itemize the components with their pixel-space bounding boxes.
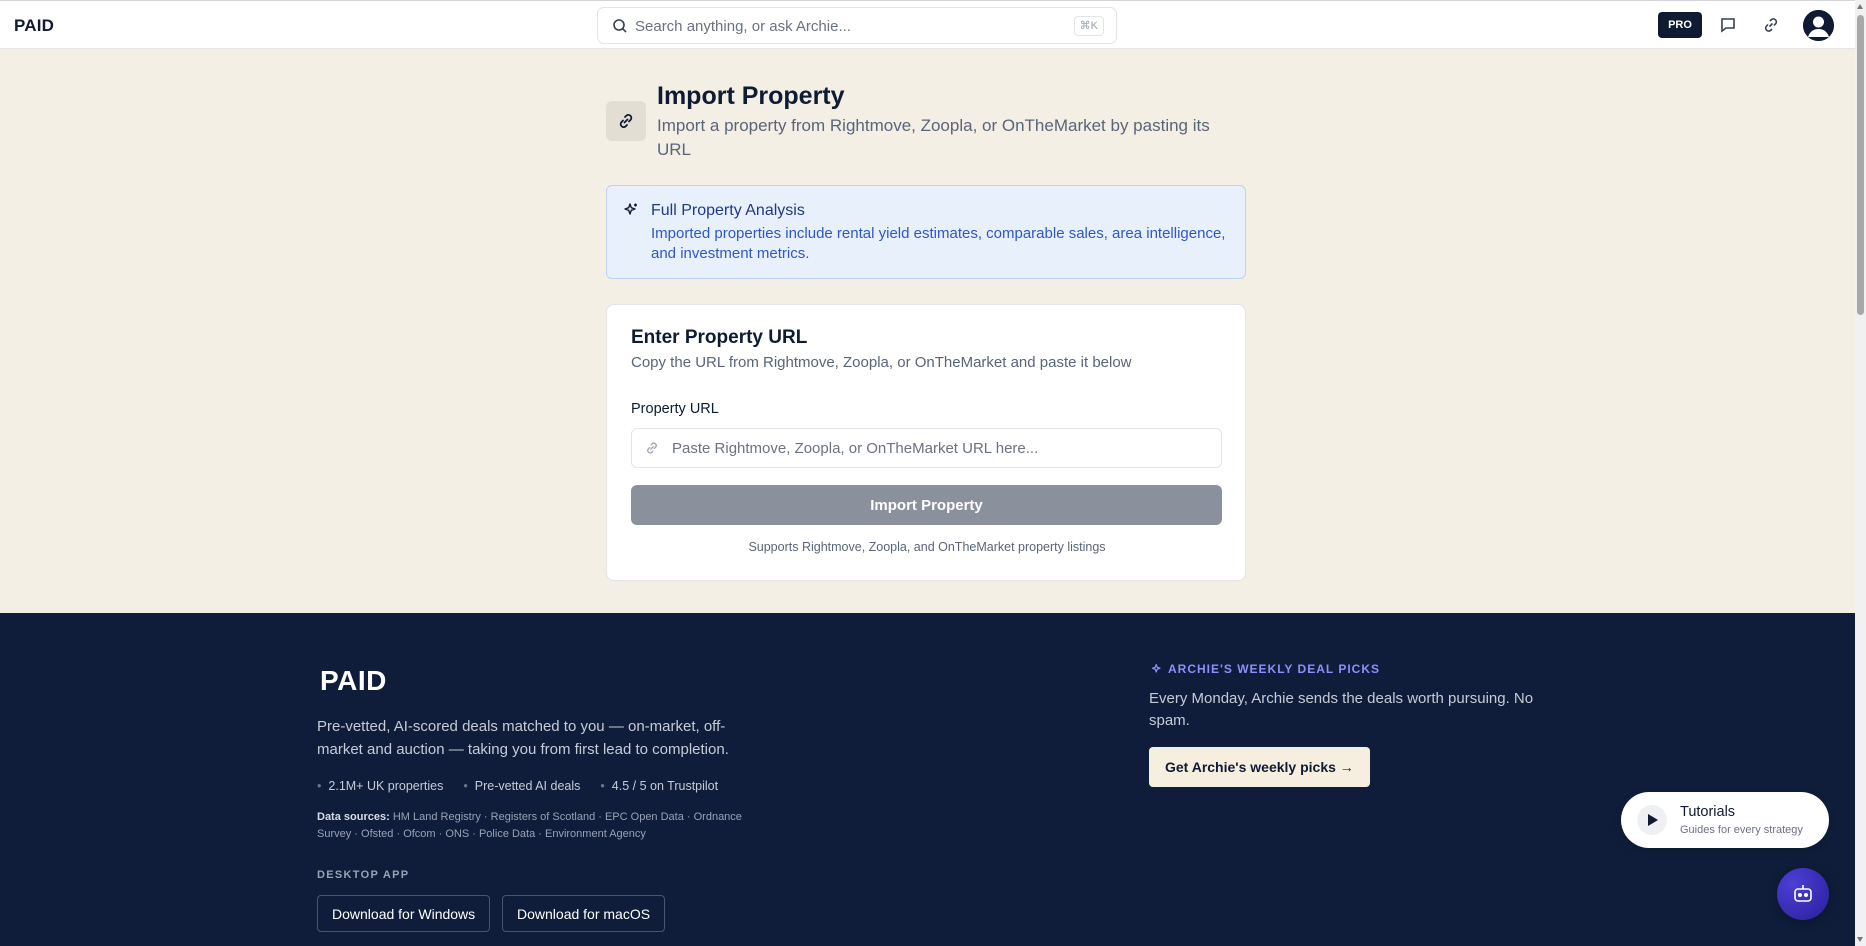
page-scrollbar[interactable] bbox=[1855, 0, 1866, 946]
search-placeholder: Search anything, or ask Archie... bbox=[635, 18, 851, 35]
property-url-form: Enter Property URL Copy the URL from Rig… bbox=[606, 304, 1246, 581]
form-title: Enter Property URL bbox=[631, 327, 808, 348]
global-search[interactable]: Search anything, or ask Archie... ⌘K bbox=[597, 7, 1117, 44]
stat-deals: Pre-vetted AI deals bbox=[463, 779, 581, 793]
app-logo[interactable]: PAID bbox=[14, 16, 54, 36]
download-windows-button[interactable]: Download for Windows bbox=[317, 895, 491, 932]
search-icon bbox=[613, 19, 627, 33]
chat-icon[interactable] bbox=[1718, 15, 1738, 35]
search-shortcut-hint: ⌘K bbox=[1073, 16, 1104, 36]
archie-assistant-button[interactable] bbox=[1777, 868, 1829, 920]
weekly-picks-button[interactable]: Get Archie's weekly picks → bbox=[1149, 747, 1370, 787]
weekly-picks-heading: ARCHIE'S WEEKLY DEAL PICKS bbox=[1151, 662, 1380, 676]
footer-tagline: Pre-vetted, AI-scored deals matched to y… bbox=[317, 718, 729, 758]
import-property-button[interactable]: Import Property bbox=[631, 485, 1222, 525]
bot-icon bbox=[1794, 885, 1812, 902]
footer-stats: 2.1M+ UK properties Pre-vetted AI deals … bbox=[317, 779, 718, 793]
desktop-app-heading: DESKTOP APP bbox=[317, 869, 410, 881]
supported-sites-note: Supports Rightmove, Zoopla, and OnTheMar… bbox=[748, 540, 1106, 554]
stat-trustpilot: 4.5 / 5 on Trustpilot bbox=[600, 779, 718, 793]
sparkle-icon bbox=[624, 203, 637, 215]
data-sources: Data sources: HM Land Registry · Registe… bbox=[317, 809, 767, 843]
pro-badge[interactable]: PRO bbox=[1658, 12, 1702, 38]
top-navigation-bar: PAID Search anything, or ask Archie... ⌘… bbox=[0, 0, 1855, 49]
link-icon bbox=[647, 442, 657, 454]
tutorials-subtitle: Guides for every strategy bbox=[1680, 824, 1803, 836]
page-subtitle: Import a property from Rightmove, Zoopla… bbox=[657, 116, 1210, 159]
page-title: Import Property bbox=[657, 82, 845, 110]
weekly-picks-description: Every Monday, Archie sends the deals wor… bbox=[1149, 690, 1534, 729]
user-avatar-icon[interactable] bbox=[1803, 10, 1834, 41]
info-card-title: Full Property Analysis bbox=[651, 202, 805, 219]
footer-logo[interactable]: PAID bbox=[320, 665, 387, 697]
import-link-icon bbox=[606, 101, 646, 141]
tutorials-widget[interactable]: Tutorials Guides for every strategy bbox=[1621, 792, 1829, 848]
info-card-description: Imported properties include rental yield… bbox=[651, 225, 1226, 262]
scroll-up-arrow[interactable] bbox=[1857, 4, 1863, 9]
play-icon bbox=[1637, 805, 1667, 835]
property-url-label: Property URL bbox=[631, 401, 719, 417]
form-description: Copy the URL from Rightmove, Zoopla, or … bbox=[631, 354, 1132, 371]
site-footer: PAID Pre-vetted, AI-scored deals matched… bbox=[0, 613, 1855, 946]
property-url-field[interactable] bbox=[631, 428, 1222, 468]
link-icon[interactable] bbox=[1761, 15, 1781, 35]
scroll-down-arrow[interactable] bbox=[1857, 937, 1863, 942]
sparkle-icon bbox=[1151, 663, 1161, 673]
property-url-input[interactable] bbox=[672, 429, 1212, 467]
weekly-picks-heading-text: ARCHIE'S WEEKLY DEAL PICKS bbox=[1168, 662, 1380, 676]
tutorials-title: Tutorials bbox=[1680, 804, 1736, 820]
data-sources-label: Data sources: bbox=[317, 811, 390, 823]
stat-properties: 2.1M+ UK properties bbox=[317, 779, 443, 793]
scroll-thumb[interactable] bbox=[1857, 15, 1864, 315]
full-analysis-info-card: Full Property Analysis Imported properti… bbox=[606, 185, 1246, 279]
download-macos-button[interactable]: Download for macOS bbox=[502, 895, 666, 932]
